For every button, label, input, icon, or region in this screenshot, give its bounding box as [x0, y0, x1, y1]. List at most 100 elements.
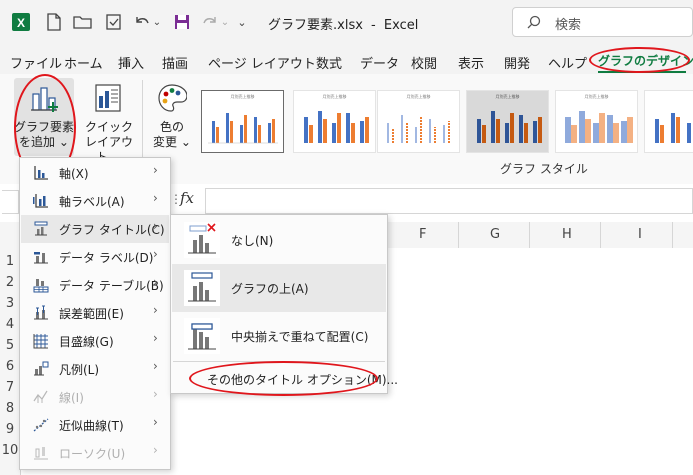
- undo-dropdown-icon[interactable]: ⌄: [152, 12, 162, 32]
- chart-style-1[interactable]: 月別売上推移: [201, 90, 284, 153]
- menu-item-label: 近似曲線(T): [59, 419, 124, 433]
- column-header-i[interactable]: I: [638, 227, 642, 242]
- tab-view[interactable]: 表示: [458, 53, 484, 72]
- centered-overlay-icon: [184, 318, 220, 354]
- row-header[interactable]: 10: [0, 443, 20, 458]
- menu-item-label: グラフの上(A): [231, 282, 309, 296]
- new-file-icon[interactable]: [44, 12, 64, 32]
- color-palette-icon: [158, 84, 187, 112]
- row-header[interactable]: 7: [0, 380, 20, 395]
- menu-item-label: 中央揃えで重ねて配置(C): [231, 330, 369, 344]
- column-header-f[interactable]: F: [419, 227, 426, 242]
- menu-item-lines: 線(I) ›: [21, 383, 169, 411]
- quick-layout-icon: [95, 84, 121, 112]
- column-header-h[interactable]: H: [562, 227, 572, 242]
- file-name: グラフ要素.xlsx: [268, 18, 363, 33]
- trendline-icon: [33, 418, 49, 432]
- chart-style-title: 月別売上推移: [230, 94, 255, 99]
- chart-styles-group-label: グラフ スタイル: [500, 162, 588, 176]
- chart-style-6[interactable]: [644, 90, 693, 153]
- undo-icon[interactable]: [132, 12, 152, 32]
- name-box[interactable]: [2, 190, 19, 214]
- menu-item-label: 目盛線(G): [59, 335, 114, 349]
- save-as-icon[interactable]: [104, 12, 124, 32]
- chevron-right-icon: ›: [153, 247, 158, 261]
- row-header[interactable]: 9: [0, 422, 20, 437]
- row-header[interactable]: 6: [0, 359, 20, 374]
- error-bars-icon: [34, 305, 48, 320]
- axes-icon: [34, 166, 48, 180]
- tab-data[interactable]: データ: [360, 53, 399, 72]
- redo-dropdown-icon: ⌄: [220, 16, 230, 28]
- insert-function-icon[interactable]: fx: [180, 189, 194, 207]
- tab-help[interactable]: ヘルプ: [548, 53, 587, 72]
- chevron-right-icon: ›: [153, 387, 158, 401]
- menu-item-error-bars[interactable]: 誤差範囲(E) ›: [21, 299, 169, 327]
- redo-icon: [200, 12, 220, 32]
- chevron-right-icon: ›: [153, 219, 158, 233]
- chart-style-2[interactable]: 月別売上推移: [293, 90, 376, 153]
- change-colors-button[interactable]: 色の 変更 ⌄: [148, 78, 196, 156]
- menu-item-data-labels[interactable]: データ ラベル(D) ›: [21, 243, 169, 271]
- quick-layout-button[interactable]: クイック レイアウト ⌄: [80, 78, 138, 164]
- open-folder-icon[interactable]: [72, 12, 94, 32]
- row-header[interactable]: 1: [0, 254, 20, 269]
- chart-style-title: 月別売上推移: [322, 94, 347, 99]
- row-header[interactable]: 5: [0, 338, 20, 353]
- menu-item-trendline[interactable]: 近似曲線(T) ›: [21, 411, 169, 439]
- data-table-icon: [33, 279, 49, 293]
- column-divider: [529, 222, 530, 248]
- chart-style-3[interactable]: 月別売上推移: [377, 90, 460, 153]
- row-header[interactable]: 4: [0, 317, 20, 332]
- tab-file[interactable]: ファイル: [10, 53, 62, 72]
- chart-style-preview: [304, 111, 369, 143]
- tab-formulas[interactable]: 数式: [316, 53, 342, 72]
- axis-title-icon: [33, 194, 48, 208]
- chart-style-5[interactable]: 月別売上推移: [555, 90, 638, 153]
- chevron-right-icon: ›: [153, 331, 158, 345]
- up-down-bars-icon: [34, 447, 48, 460]
- menu-item-title-centered-overlay[interactable]: 中央揃えで重ねて配置(C): [172, 312, 386, 360]
- menu-item-data-table[interactable]: データ テーブル(B) ›: [21, 271, 169, 299]
- row-header[interactable]: 8: [0, 401, 20, 416]
- tab-insert[interactable]: 挿入: [118, 53, 144, 72]
- menu-item-chart-title[interactable]: グラフ タイトル(C) ›: [21, 215, 169, 243]
- tab-home[interactable]: ホーム: [64, 53, 103, 72]
- legend-icon: [34, 361, 49, 376]
- tab-page-layout[interactable]: ページ レイアウト: [208, 53, 316, 72]
- tab-draw[interactable]: 描画: [162, 53, 188, 72]
- chevron-right-icon: ›: [153, 191, 158, 205]
- column-divider: [458, 222, 459, 248]
- column-divider: [600, 222, 601, 248]
- excel-logo-icon: X: [10, 12, 32, 32]
- menu-item-legend[interactable]: 凡例(L) ›: [21, 355, 169, 383]
- ribbon-tabs: ファイル ホーム 挿入 描画 ページ レイアウト 数式 データ 校閲 表示 開発…: [0, 44, 693, 74]
- chevron-right-icon: ›: [153, 275, 158, 289]
- search-box[interactable]: 検索: [512, 7, 693, 37]
- menu-item-title-above[interactable]: グラフの上(A): [172, 264, 386, 312]
- menu-item-title-none[interactable]: なし(N): [172, 216, 386, 264]
- row-header[interactable]: 2: [0, 275, 20, 290]
- gridlines-icon: [33, 334, 48, 349]
- chevron-right-icon: ›: [153, 303, 158, 317]
- menu-item-label: なし(N): [231, 234, 274, 248]
- chart-style-title: 月別売上推移: [584, 94, 609, 99]
- menu-item-label: ローソク(U): [59, 447, 126, 461]
- column-header-g[interactable]: G: [490, 227, 500, 242]
- menu-item-axis-titles[interactable]: 軸ラベル(A) ›: [21, 187, 169, 215]
- menu-item-axes[interactable]: 軸(X) ›: [21, 159, 169, 187]
- window-title: グラフ要素.xlsx - Excel: [268, 14, 418, 33]
- chart-style-preview: [565, 111, 633, 143]
- tab-developer[interactable]: 開発: [504, 53, 530, 72]
- search-placeholder: 検索: [555, 18, 582, 33]
- chart-style-preview: [387, 115, 450, 143]
- menu-item-gridlines[interactable]: 目盛線(G) ›: [21, 327, 169, 355]
- tab-review[interactable]: 校閲: [411, 53, 437, 72]
- row-header[interactable]: 3: [0, 296, 20, 311]
- lines-icon: [33, 390, 48, 403]
- customize-quick-access-icon[interactable]: ⌄: [236, 12, 248, 32]
- save-icon[interactable]: [172, 12, 192, 32]
- formula-input[interactable]: [205, 188, 693, 214]
- chart-style-4[interactable]: 月別売上推移: [466, 90, 549, 153]
- quick-layout-line1: クイック: [84, 120, 133, 134]
